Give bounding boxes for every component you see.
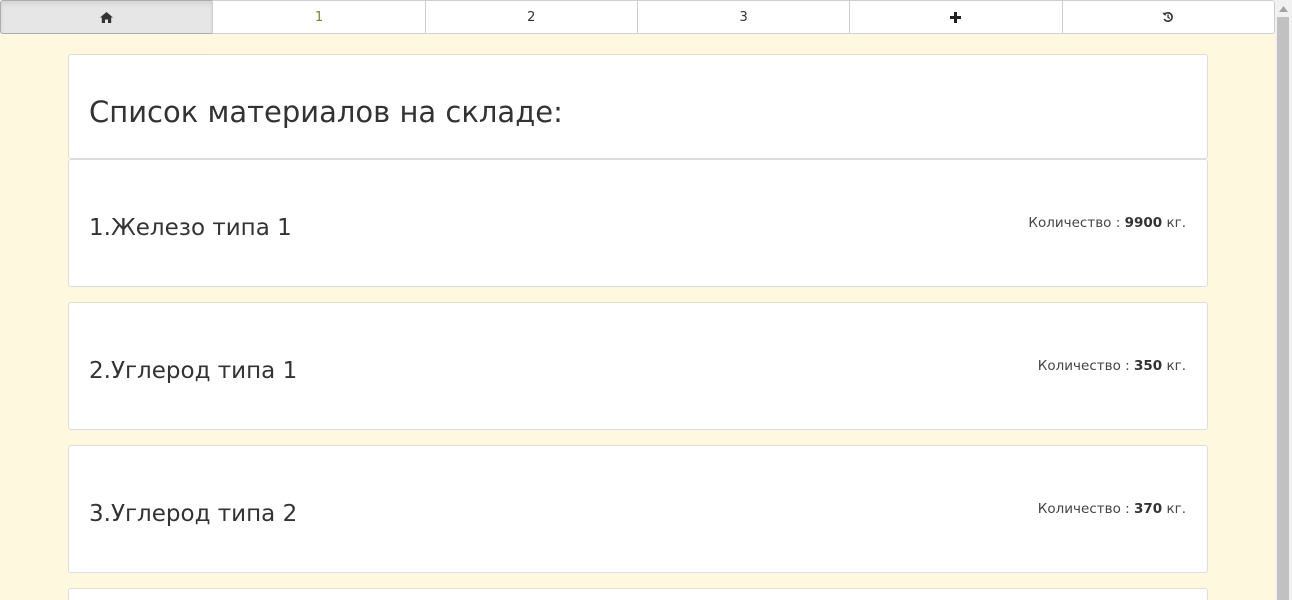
material-name: 1.Железо типа 1 <box>89 215 292 241</box>
page-2-label: 2 <box>527 9 536 25</box>
scroll-up-arrow-icon[interactable] <box>1275 0 1292 17</box>
page-1-button[interactable]: 1 <box>212 0 426 34</box>
page-title: Список материалов на складе: <box>89 95 563 129</box>
plus-icon <box>950 11 962 23</box>
material-quantity: Количество : 9900 кг. <box>1028 215 1186 231</box>
top-navigation: 1 2 3 <box>0 0 1275 34</box>
material-item: 2.Углерод типа 1 Количество : 350 кг. <box>68 302 1208 430</box>
material-item: 3.Углерод типа 2 Количество : 370 кг. <box>68 445 1208 573</box>
material-quantity: Количество : 370 кг. <box>1038 501 1186 517</box>
page-1-label: 1 <box>314 9 324 25</box>
history-icon <box>1162 12 1174 22</box>
quantity-unit: кг. <box>1166 215 1186 231</box>
quantity-prefix: Количество : <box>1037 501 1130 517</box>
page-3-label: 3 <box>739 9 748 25</box>
history-button[interactable] <box>1061 0 1275 34</box>
scrollbar-thumb[interactable] <box>1277 17 1289 600</box>
home-button[interactable] <box>0 0 214 34</box>
material-name: 3.Углерод типа 2 <box>89 501 298 527</box>
quantity-value: 370 <box>1133 501 1163 517</box>
quantity-value: 350 <box>1133 358 1163 374</box>
quantity-unit: кг. <box>1166 501 1186 517</box>
material-item: 1.Железо типа 1 Количество : 9900 кг. <box>68 159 1208 287</box>
page: 1 2 3 Список материалов на складе: 1.Жел… <box>0 0 1292 600</box>
title-panel: Список материалов на складе: <box>68 54 1208 159</box>
materials-list: Список материалов на складе: 1.Железо ти… <box>68 54 1208 600</box>
quantity-prefix: Количество : <box>1028 215 1121 231</box>
material-quantity: Количество : 350 кг. <box>1038 358 1186 374</box>
quantity-unit: кг. <box>1166 358 1186 374</box>
vertical-scrollbar[interactable] <box>1275 0 1292 600</box>
page-2-button[interactable]: 2 <box>424 0 638 34</box>
material-name: 2.Углерод типа 1 <box>89 358 298 384</box>
add-button[interactable] <box>849 0 1063 34</box>
material-item-partial <box>68 588 1208 600</box>
page-3-button[interactable]: 3 <box>636 0 851 34</box>
quantity-value: 9900 <box>1124 215 1163 231</box>
quantity-prefix: Количество : <box>1037 358 1130 374</box>
home-icon <box>100 11 114 23</box>
